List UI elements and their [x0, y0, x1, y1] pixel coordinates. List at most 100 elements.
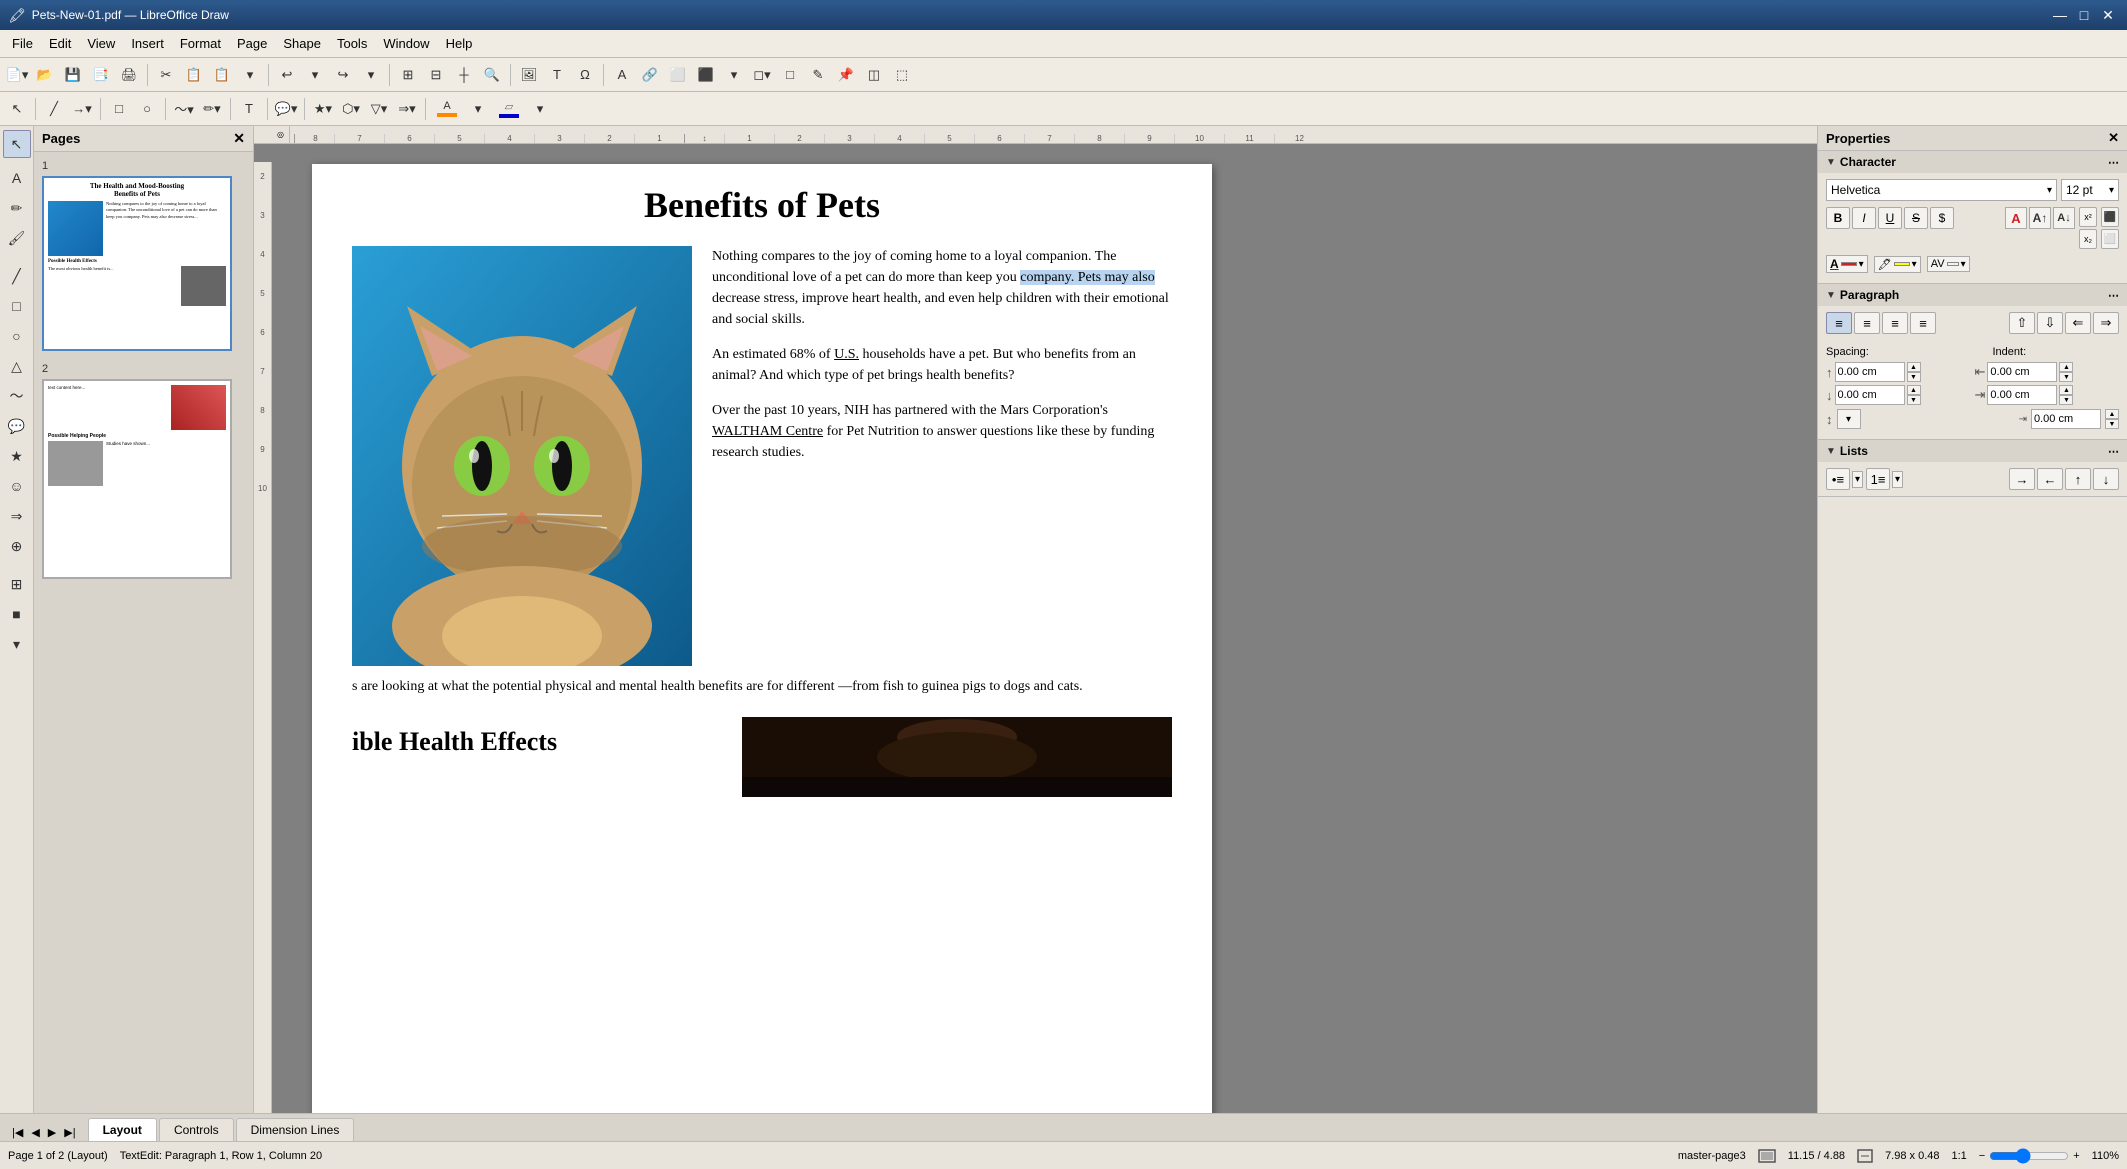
select-btn[interactable]: ↖: [4, 96, 30, 122]
insert-special-btn[interactable]: Ω: [572, 62, 598, 88]
list-arrow-down-btn[interactable]: ↓: [2093, 468, 2119, 490]
prev-page-btn[interactable]: ◀: [27, 1124, 43, 1141]
unordered-list-btn[interactable]: •≡: [1826, 468, 1850, 490]
tab-dimension-lines[interactable]: Dimension Lines: [236, 1118, 355, 1141]
indent-up-btn[interactable]: ⇧: [2009, 312, 2035, 334]
fontworks-btn[interactable]: A: [609, 62, 635, 88]
snap-tool[interactable]: ⊞: [3, 570, 31, 598]
tab-layout[interactable]: Layout: [88, 1118, 157, 1141]
overline-btn[interactable]: ⬛: [2101, 207, 2119, 227]
lists-options-icon[interactable]: ⋯: [2108, 445, 2119, 458]
align-center-btn[interactable]: ≡: [1854, 312, 1880, 334]
curve-tool[interactable]: 〜: [3, 382, 31, 410]
undo-btn[interactable]: ↩: [274, 62, 300, 88]
text-tb-btn[interactable]: T: [236, 96, 262, 122]
bold-btn[interactable]: B: [1826, 207, 1850, 229]
flowchart-btn[interactable]: ⬡▾: [338, 96, 364, 122]
crop-btn[interactable]: ◫: [861, 62, 887, 88]
above-spin-up[interactable]: ▲: [1907, 362, 1921, 372]
list-arrow-right-btn[interactable]: →: [2009, 468, 2035, 490]
list-arrow-left-btn[interactable]: ←: [2037, 468, 2063, 490]
format2-btn[interactable]: ⬜: [2101, 229, 2119, 249]
strikethrough-btn[interactable]: S: [1904, 207, 1928, 229]
circle-btn[interactable]: ○: [134, 96, 160, 122]
menu-window[interactable]: Window: [375, 33, 437, 54]
tab-order-btn[interactable]: ⬜: [665, 62, 691, 88]
line-color-btn[interactable]: ▱: [493, 96, 525, 122]
above-spin-down[interactable]: ▼: [1907, 372, 1921, 382]
zoom-out-btn[interactable]: −: [1979, 1150, 1985, 1162]
connector-tool[interactable]: ⊕: [3, 532, 31, 560]
font-size-arrow[interactable]: ▾: [2109, 185, 2114, 196]
paste-drop[interactable]: ▾: [237, 62, 263, 88]
highlight-color-btn[interactable]: 🖊 ▾: [1874, 256, 1921, 273]
indent-down-btn[interactable]: ⇩: [2037, 312, 2063, 334]
fill-drop[interactable]: ▾: [465, 96, 491, 122]
font-size-up-btn[interactable]: A↑: [2029, 207, 2051, 229]
character-options-icon[interactable]: ⋯: [2108, 156, 2119, 169]
page-thumb-2[interactable]: 2 text content here... Possible Helping …: [42, 363, 245, 579]
curve-btn[interactable]: 〜▾: [171, 96, 197, 122]
menu-edit[interactable]: Edit: [41, 33, 79, 54]
font-size-down-btn[interactable]: A↓: [2053, 207, 2075, 229]
para-indent1-btn[interactable]: ⇐: [2065, 312, 2091, 334]
align-drop[interactable]: ◻▾: [749, 62, 775, 88]
menu-help[interactable]: Help: [438, 33, 481, 54]
italic-btn[interactable]: I: [1852, 207, 1876, 229]
superscript-btn[interactable]: x²: [2079, 207, 2097, 227]
subscript-btn[interactable]: x₂: [2079, 229, 2097, 249]
snap-lines-btn[interactable]: ⊟: [423, 62, 449, 88]
paragraph-options-icon[interactable]: ⋯: [2108, 289, 2119, 302]
page-1-image[interactable]: The Health and Mood-BoostingBenefits of …: [42, 176, 232, 351]
spacing-drop[interactable]: ▾: [1961, 259, 1966, 270]
font-size-container[interactable]: 12 pt ▾: [2061, 179, 2119, 201]
list-arrow-up-btn[interactable]: ↑: [2065, 468, 2091, 490]
menu-file[interactable]: File: [4, 33, 41, 54]
arrow-shapes-tool[interactable]: ⇒: [3, 502, 31, 530]
line-color-drop[interactable]: ▾: [527, 96, 553, 122]
text-content[interactable]: Nothing compares to the joy of coming ho…: [712, 246, 1172, 666]
next-page-btn[interactable]: ▶: [44, 1124, 60, 1141]
fill-drop-tool[interactable]: ▾: [3, 630, 31, 658]
rect-tool[interactable]: □: [3, 292, 31, 320]
highlight-drop[interactable]: ▾: [1912, 259, 1917, 270]
redo-drop[interactable]: ▾: [358, 62, 384, 88]
menu-format[interactable]: Format: [172, 33, 229, 54]
font-select-container[interactable]: Helvetica ▾: [1826, 179, 2057, 201]
character-section-header[interactable]: ▼ Character ⋯: [1818, 151, 2127, 173]
align-left-btn[interactable]: ≡: [1826, 312, 1852, 334]
copy-btn[interactable]: 📋: [181, 62, 207, 88]
arrange-drop[interactable]: ▾: [721, 62, 747, 88]
fill-tool[interactable]: ■: [3, 600, 31, 628]
new-btn[interactable]: 📄▾: [4, 62, 30, 88]
toggle-extrusion-btn[interactable]: 📌: [833, 62, 859, 88]
first-spin-up[interactable]: ▲: [2105, 409, 2119, 419]
emoji-tool[interactable]: ☺: [3, 472, 31, 500]
pages-close-btn[interactable]: ✕: [233, 130, 245, 147]
properties-close-btn[interactable]: ✕: [2108, 130, 2119, 146]
menu-view[interactable]: View: [79, 33, 123, 54]
freeform-btn[interactable]: ✏▾: [199, 96, 225, 122]
after-spin-up[interactable]: ▲: [2059, 385, 2073, 395]
paste-btn[interactable]: 📋: [209, 62, 235, 88]
transform-btn[interactable]: ⬛: [693, 62, 719, 88]
text-tool[interactable]: A: [3, 164, 31, 192]
minimize-btn[interactable]: —: [2049, 5, 2071, 25]
page-2-image[interactable]: text content here... Possible Helping Pe…: [42, 379, 232, 579]
basic-shapes-btn[interactable]: ▽▾: [366, 96, 392, 122]
ordered-list-btn[interactable]: 1≡: [1866, 468, 1890, 490]
align-justify-btn[interactable]: ≡: [1910, 312, 1936, 334]
menu-page[interactable]: Page: [229, 33, 275, 54]
insert-image-btn[interactable]: 🖼: [516, 62, 542, 88]
font-color-special-btn[interactable]: A: [2005, 207, 2027, 229]
canvas-area[interactable]: ◎ 8 7 6 5 4 3 2 1 ↕ 1 2 3 4 5 6 7 8 9: [254, 126, 1817, 1113]
zoom-slider[interactable]: [1989, 1148, 2069, 1164]
unordered-list-drop[interactable]: ▾: [1852, 471, 1863, 488]
edit-points-btn[interactable]: ✎: [805, 62, 831, 88]
underline-btn[interactable]: U: [1878, 207, 1902, 229]
char-spacing-btn[interactable]: AV ▾: [1927, 256, 1970, 272]
before-spin-down[interactable]: ▼: [2059, 372, 2073, 382]
pencil-tool[interactable]: ✏: [3, 194, 31, 222]
rect-btn[interactable]: □: [106, 96, 132, 122]
before-indent-input[interactable]: [1987, 362, 2057, 382]
